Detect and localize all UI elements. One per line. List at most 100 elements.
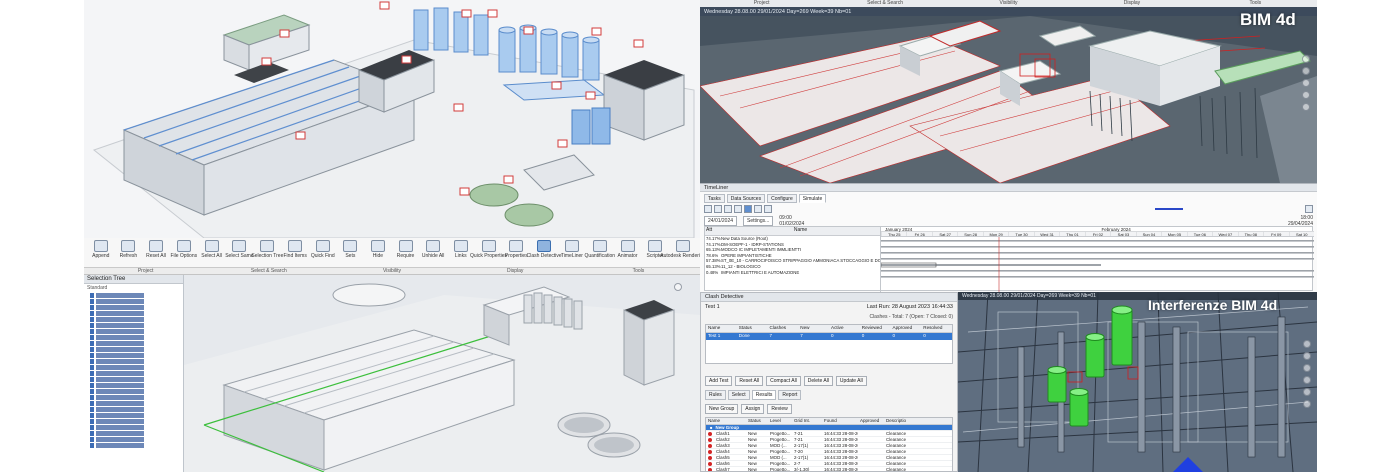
menu-item[interactable]: Select & Search [823,0,946,7]
tests-column-header[interactable]: Active [829,325,860,332]
results-column-header[interactable]: Level [768,418,792,424]
tree-row[interactable] [90,311,180,316]
menu-item[interactable]: Project [700,0,823,7]
ribbon-button[interactable]: Clash Detective [527,240,562,259]
tree-row[interactable] [90,425,180,430]
step-forward-icon[interactable] [754,204,762,213]
ribbon-button[interactable]: Select All [199,240,225,259]
menu-item[interactable]: Display [1070,0,1193,7]
tree-row[interactable] [90,323,180,328]
ribbon-button[interactable]: Append [88,240,114,259]
clash-tool-button[interactable]: New Group [705,404,739,414]
col-name[interactable]: Name [719,227,880,235]
tree-row[interactable] [90,359,180,364]
ribbon-button[interactable]: Quantification [584,240,615,259]
results-column-header[interactable]: Name [706,418,746,424]
ribbon-button[interactable]: Find Items [282,240,308,259]
tree-row[interactable] [90,365,180,370]
tree-row[interactable] [90,377,180,382]
ribbon-button[interactable]: File Options [170,240,197,259]
clash-add-test-button[interactable]: Add Test [705,376,733,386]
clash-tool-button[interactable]: Review [767,404,792,414]
tree-row[interactable] [90,341,180,346]
ribbon-button[interactable]: Autodesk Rendering [660,240,700,259]
selection-tree-mode[interactable]: Standard [84,284,183,292]
ribbon-button[interactable]: Quick Find [310,240,336,259]
test-row[interactable]: Test 1 Done 7 7 0 0 0 0 [706,333,952,340]
tree-row[interactable] [90,413,180,418]
timeliner-tab[interactable]: Configure [767,194,797,203]
stop-icon[interactable] [734,204,742,213]
forward-icon[interactable] [764,204,772,213]
playback-slider[interactable] [1155,207,1183,210]
ribbon-button[interactable]: Selection Tree [251,240,283,259]
timeliner-tab[interactable]: Tasks [704,194,725,203]
tree-row[interactable] [90,431,180,436]
clash-tab[interactable]: Select [727,390,750,400]
bim-4d-3d-canvas[interactable] [700,16,1317,183]
tree-row[interactable] [90,299,180,304]
step-back-icon[interactable] [714,204,722,213]
tests-column-header[interactable]: New [798,325,829,332]
tree-row[interactable] [90,335,180,340]
tree-row[interactable] [90,329,180,334]
menu-item[interactable]: Tools [1194,0,1317,7]
start-date-field[interactable]: 24/01/2024 [704,215,738,226]
tree-row[interactable] [90,419,180,424]
tree-row[interactable] [90,353,180,358]
tree-row[interactable] [90,401,180,406]
ribbon-button[interactable]: Unhide All [420,240,446,259]
results-column-header[interactable]: Found [822,418,858,424]
ribbon-button[interactable]: Hide [365,240,391,259]
ribbon-button[interactable]: Select Same [225,240,254,259]
ribbon-button[interactable]: TimeLiner [559,240,585,259]
tree-row[interactable] [90,395,180,400]
ribbon-button[interactable]: Quick Properties [470,240,507,259]
rewind-icon[interactable] [704,204,712,213]
tests-column-header[interactable]: Approved [891,325,922,332]
menu-item[interactable]: Visibility [947,0,1070,7]
test-name[interactable]: Test 1 [705,304,720,312]
clash-update-all-button[interactable]: Update All [835,376,867,386]
timeliner-tab[interactable]: Data Sources [726,194,766,203]
tree-row[interactable] [90,293,180,298]
tree-row[interactable] [90,383,180,388]
clash-tab[interactable]: Report [778,390,802,400]
tree-row[interactable] [90,389,180,394]
tree-row[interactable] [90,437,180,442]
clash-delete-all-button[interactable]: Delete All [803,376,833,386]
tree-row[interactable] [90,317,180,322]
play-icon[interactable] [744,204,752,213]
viewcube-icon[interactable] [674,283,682,291]
clash-tool-button[interactable]: Assign [741,404,765,414]
nav-bar-icons[interactable] [1302,55,1310,111]
timeliner-tab[interactable]: Simulate [798,194,827,203]
results-column-header[interactable]: Status [746,418,768,424]
results-column-header[interactable]: Approved [858,418,884,424]
settings-button[interactable]: Settings... [743,215,774,226]
results-column-header[interactable]: Description [884,418,906,424]
tree-row[interactable] [90,347,180,352]
clash-reset-all-button[interactable]: Reset All [735,376,764,386]
ribbon-button[interactable]: Animator [615,240,641,259]
clash-compact-all-button[interactable]: Compact All [766,376,801,386]
clash-result-row[interactable]: Clash7 New Progetto... 3(-1.30) 16:44:33 28-… [706,467,952,471]
tests-column-header[interactable]: Clashes [768,325,799,332]
tree-row[interactable] [90,407,180,412]
nav-bar-icons-clash[interactable] [1303,340,1311,408]
task-row[interactable]: 0.48% IMPIANTI ELETTRICI E AUTOMAZIONE [705,270,880,276]
tests-column-header[interactable]: Resolved [921,325,952,332]
reverse-play-icon[interactable] [724,204,732,213]
tree-row[interactable] [90,371,180,376]
tests-column-header[interactable]: Reviewed [860,325,891,332]
ribbon-button[interactable]: Sets [338,240,364,259]
ribbon-button[interactable]: Properties [504,240,530,259]
tests-column-header[interactable]: Name [706,325,737,332]
tree-row[interactable] [90,443,180,448]
clash-3d-canvas[interactable] [958,292,1317,472]
results-column-header[interactable]: Grid Int. [792,418,822,424]
export-icon[interactable] [1305,204,1313,213]
clash-tab[interactable]: Results [751,390,777,400]
ribbon-button[interactable]: Require [393,240,419,259]
clash-tab[interactable]: Rules [705,390,726,400]
